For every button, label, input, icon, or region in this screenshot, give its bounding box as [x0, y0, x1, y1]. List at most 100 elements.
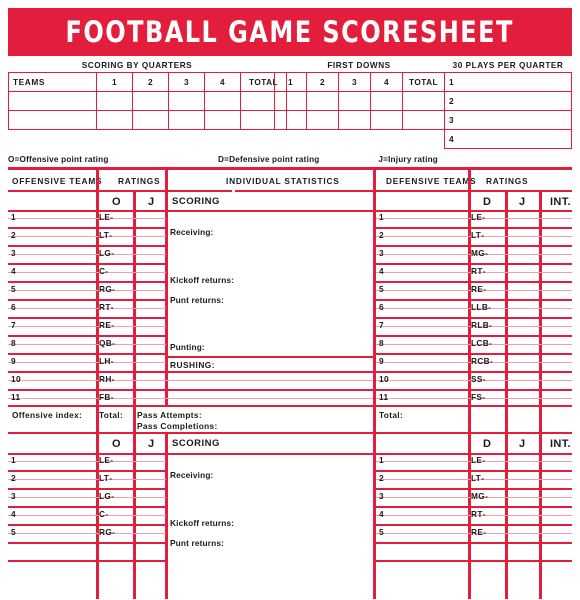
- sec2-defense-row-5-number[interactable]: 5: [379, 527, 384, 537]
- score-cell-q1[interactable]: [96, 110, 133, 130]
- sec2-offense-row-1-number[interactable]: 1: [11, 455, 16, 465]
- defense-row-5-number[interactable]: 5: [379, 284, 384, 294]
- stat-punting-label: Punting:: [170, 342, 205, 352]
- row-thin-l-4: [8, 272, 166, 274]
- sec2-subheader-j-right: J: [519, 438, 526, 450]
- offense-row-6-position: RT‐: [99, 302, 114, 312]
- row-rule-l-10: [8, 389, 166, 392]
- score-cell-q4[interactable]: [204, 110, 241, 130]
- plays-row-2-label[interactable]: 2: [444, 91, 572, 111]
- sec2-defense-row-4-number[interactable]: 4: [379, 509, 384, 519]
- fd-cell-q2[interactable]: [306, 110, 339, 130]
- sec2-offense-row-2-position: LT‐: [99, 473, 113, 483]
- score-cell-q4[interactable]: [204, 91, 241, 111]
- sec2-stat-punt-returns-label: Punt returns:: [170, 538, 225, 548]
- fd-cell-q4[interactable]: [370, 91, 403, 111]
- defense-row-11-number[interactable]: 11: [379, 392, 388, 402]
- sec2-defense-row-3-position: MG‐: [471, 491, 489, 501]
- defensive-teams-header: DEFENSIVE TEAMS: [386, 176, 477, 186]
- offense-row-4-number[interactable]: 4: [11, 266, 16, 276]
- sec2-row-thin-l-1: [8, 461, 166, 463]
- defense-row-9-number[interactable]: 9: [379, 356, 384, 366]
- total-left-label[interactable]: Total:: [99, 410, 123, 420]
- totals-rule-top: [8, 405, 572, 408]
- scoresheet-page: FOOTBALL GAME SCORESHEET SCORING BY QUAR…: [0, 0, 580, 600]
- offense-row-11-position: FB‐: [99, 392, 114, 402]
- offense-row-11-number[interactable]: 11: [11, 392, 20, 402]
- defense-row-4-number[interactable]: 4: [379, 266, 384, 276]
- team-name-cell[interactable]: [8, 91, 97, 111]
- first-downs-grid: 1 2 3 4 TOTAL: [274, 72, 445, 130]
- offense-row-10-number[interactable]: 10: [11, 374, 21, 384]
- fd-cell-q4[interactable]: [370, 110, 403, 130]
- sec2-offense-row-3-position: LG‐: [99, 491, 115, 501]
- fd-cell-q1[interactable]: [274, 110, 307, 130]
- offense-row-2-number[interactable]: 2: [11, 230, 16, 240]
- page-title-band: FOOTBALL GAME SCORESHEET: [8, 8, 572, 56]
- plays-row-4-label[interactable]: 4: [444, 129, 572, 149]
- sec2-defense-row-1-number[interactable]: 1: [379, 455, 384, 465]
- top-tables: SCORING BY QUARTERS TEAMS 1 2 3 4 TOTAL: [8, 60, 572, 152]
- fd-cell-q3[interactable]: [338, 110, 371, 130]
- defense-row-1-number[interactable]: 1: [379, 212, 384, 222]
- defense-row-6-number[interactable]: 6: [379, 302, 384, 312]
- total-right-label[interactable]: Total:: [379, 410, 403, 420]
- offense-row-3-number[interactable]: 3: [11, 248, 16, 258]
- defense-row-2-position: LT‐: [471, 230, 485, 240]
- score-cell-q2[interactable]: [132, 91, 169, 111]
- defense-row-11-position: FS‐: [471, 392, 486, 402]
- offense-row-9-number[interactable]: 9: [11, 356, 16, 366]
- legend-offensive: O=Offensive point rating: [8, 155, 109, 164]
- pass-completions-label[interactable]: Pass Completions:: [137, 421, 218, 431]
- plays-row-3-label[interactable]: 3: [444, 110, 572, 130]
- fd-cell-q2[interactable]: [306, 91, 339, 111]
- plays-row-1-label[interactable]: 1: [444, 72, 572, 92]
- offense-row-1-number[interactable]: 1: [11, 212, 16, 222]
- vrule-totals-c: [373, 405, 376, 432]
- totals-rule-bottom: [8, 432, 572, 435]
- offense-row-2-position: LT‐: [99, 230, 113, 240]
- fd-cell-total[interactable]: [402, 110, 445, 130]
- quarter-1-header: 1: [96, 72, 133, 92]
- team-name-cell[interactable]: [8, 110, 97, 130]
- offense-row-5-number[interactable]: 5: [11, 284, 16, 294]
- defense-row-3-number[interactable]: 3: [379, 248, 384, 258]
- defense-row-8-number[interactable]: 8: [379, 338, 384, 348]
- stat-kickoff-returns-label: Kickoff returns:: [170, 275, 235, 285]
- pass-attempts-label[interactable]: Pass Attempts:: [137, 410, 202, 420]
- fd-cell-q1[interactable]: [274, 91, 307, 111]
- row-thin-l-9: [8, 362, 166, 364]
- ratings-right-header: RATINGS: [486, 176, 529, 186]
- offense-row-8-number[interactable]: 8: [11, 338, 16, 348]
- sec2-offense-row-4-number[interactable]: 4: [11, 509, 16, 519]
- fd-cell-total[interactable]: [402, 91, 445, 111]
- fd-quarter-1-header: 1: [274, 72, 307, 92]
- row-thin-l-5: [8, 290, 166, 292]
- score-cell-q2[interactable]: [132, 110, 169, 130]
- row-thin-l-6: [8, 308, 166, 310]
- offense-row-7-number[interactable]: 7: [11, 320, 16, 330]
- sec2-defense-row-2-number[interactable]: 2: [379, 473, 384, 483]
- sec2-defense-row-3-number[interactable]: 3: [379, 491, 384, 501]
- sec2-subheader-j-left: J: [148, 438, 155, 450]
- teams-header: TEAMS: [8, 72, 97, 92]
- defense-row-2-number[interactable]: 2: [379, 230, 384, 240]
- fd-cell-q3[interactable]: [338, 91, 371, 111]
- subheader-d: D: [483, 196, 492, 208]
- sec2-row-rule-l-4: [8, 524, 166, 527]
- offense-row-6-number[interactable]: 6: [11, 302, 16, 312]
- offense-row-8-position: QB‐: [99, 338, 116, 348]
- sec2-subheader-d: D: [483, 438, 492, 450]
- row-rule-l-7: [8, 335, 166, 338]
- sec2-offense-row-5-number[interactable]: 5: [11, 527, 16, 537]
- score-cell-q3[interactable]: [168, 110, 205, 130]
- sec2-row-rule-l-6: [8, 560, 166, 563]
- quarter-4-header: 4: [204, 72, 241, 92]
- score-cell-q3[interactable]: [168, 91, 205, 111]
- row-thin-l-2: [8, 236, 166, 238]
- score-cell-q1[interactable]: [96, 91, 133, 111]
- defense-row-10-number[interactable]: 10: [379, 374, 389, 384]
- defense-row-7-number[interactable]: 7: [379, 320, 384, 330]
- sec2-offense-row-3-number[interactable]: 3: [11, 491, 16, 501]
- sec2-offense-row-2-number[interactable]: 2: [11, 473, 16, 483]
